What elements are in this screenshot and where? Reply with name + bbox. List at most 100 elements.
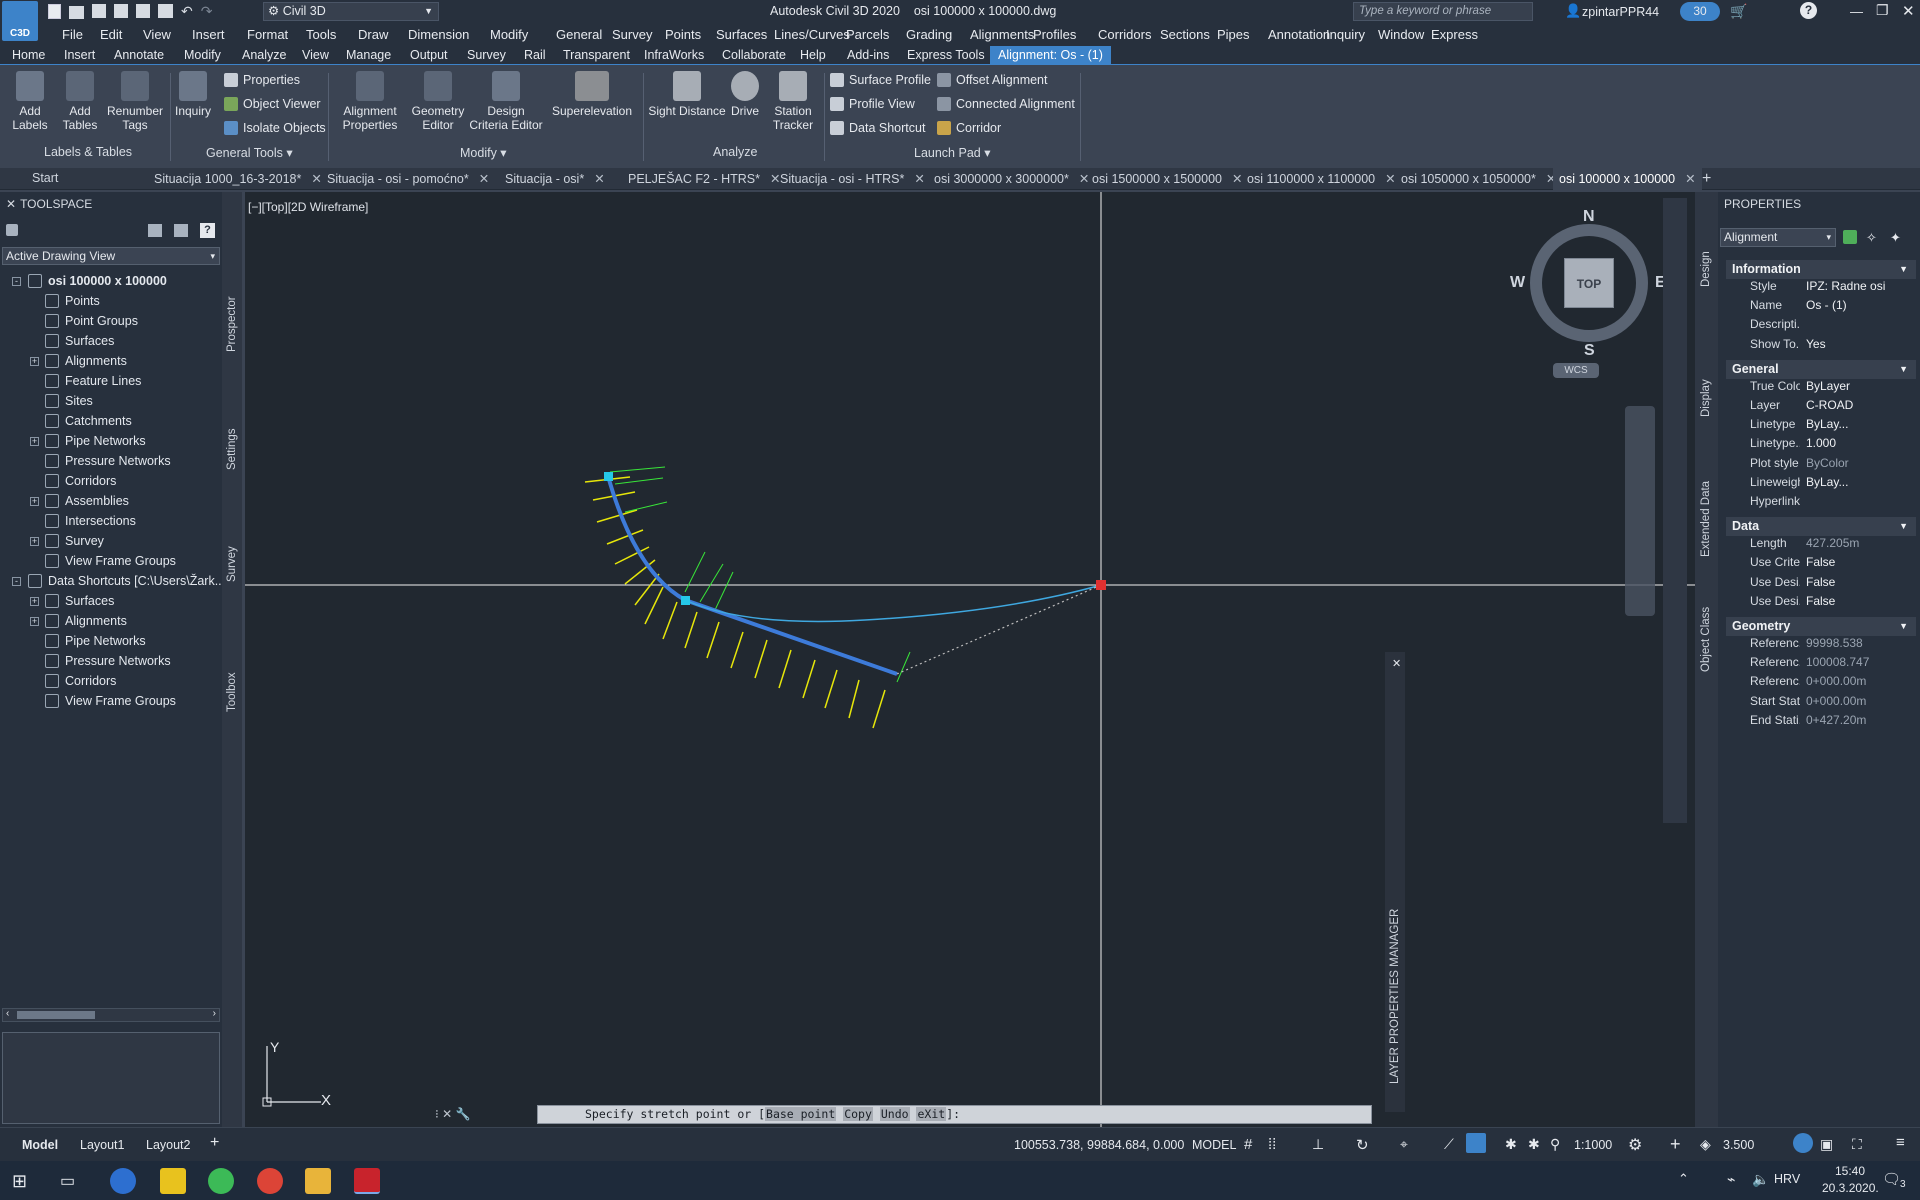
grid-icon[interactable]: # xyxy=(1244,1136,1252,1153)
horizontal-scrollbar[interactable]: ‹ › xyxy=(2,1008,220,1022)
annotation-value[interactable]: 3.500 xyxy=(1723,1138,1754,1152)
cmd-option-exit[interactable]: eXit xyxy=(916,1107,947,1121)
ribbon-tab-analyze[interactable]: Analyze xyxy=(242,48,286,62)
restore-icon[interactable]: ❐ xyxy=(1876,2,1889,19)
viewcube-top-face[interactable]: TOP xyxy=(1564,258,1614,308)
cart-icon[interactable]: 🛒 xyxy=(1730,3,1747,20)
property-value[interactable]: ByColor xyxy=(1800,456,1849,475)
drawing-viewport[interactable]: [−][Top][2D Wireframe] TOP N S E W WCS Y… xyxy=(245,192,1705,1127)
toolspace-tab-prospector[interactable]: Prospector xyxy=(226,296,238,352)
property-value[interactable] xyxy=(1800,494,1806,513)
ribbon-tab-view[interactable]: View xyxy=(302,48,329,62)
coordinates-readout[interactable]: 100553.738, 99884.684, 0.000 xyxy=(1014,1138,1184,1152)
hardware-accel-icon[interactable]: ▣ xyxy=(1820,1136,1833,1153)
menu-surfaces[interactable]: Surfaces xyxy=(716,27,767,42)
property-value[interactable]: False xyxy=(1800,575,1835,594)
save-icon[interactable] xyxy=(92,4,106,18)
property-value[interactable]: 99998.538 xyxy=(1800,636,1863,655)
doc-tab[interactable]: Situacija - osi - HTRS* ✕ xyxy=(780,171,925,186)
app-logo[interactable]: C3D xyxy=(2,1,38,41)
property-row[interactable]: Name Os - (1) xyxy=(1730,298,1916,317)
collapse-icon[interactable]: ▼ xyxy=(1899,617,1908,636)
toggle-pickadd-icon[interactable] xyxy=(1843,230,1857,244)
cmd-option-copy[interactable]: Copy xyxy=(843,1107,873,1121)
close-icon[interactable]: ✕ xyxy=(311,172,321,186)
windows-start-icon[interactable]: ⊞ xyxy=(12,1171,27,1192)
collapse-icon[interactable]: ▼ xyxy=(1899,260,1908,279)
menu-insert[interactable]: Insert xyxy=(192,27,225,42)
tree-item[interactable]: Intersections xyxy=(45,512,136,530)
tree-item[interactable]: Pressure Networks xyxy=(45,652,171,670)
corridor-button[interactable]: Corridor xyxy=(937,121,1001,135)
tree-item[interactable]: + Assemblies xyxy=(30,492,129,510)
superelevation-button[interactable]: Superelevation xyxy=(550,71,634,118)
profile-view-button[interactable]: Profile View xyxy=(830,97,915,111)
close-icon[interactable]: ✕ xyxy=(594,172,604,186)
menu-file[interactable]: File xyxy=(62,27,83,42)
property-section-header[interactable]: Data ▼ xyxy=(1726,517,1916,537)
panel-modify[interactable]: Modify ▾ xyxy=(460,145,507,160)
tree-item[interactable]: View Frame Groups xyxy=(45,692,176,710)
property-value[interactable]: 100008.747 xyxy=(1800,655,1869,674)
doc-tab[interactable]: Start xyxy=(32,171,58,185)
tree-item[interactable]: Feature Lines xyxy=(45,372,141,390)
show-hidden-icons[interactable]: ⌃ xyxy=(1678,1171,1689,1187)
customization-icon[interactable]: ≡ xyxy=(1896,1134,1905,1151)
command-prompt[interactable]: Specify stretch point or [Base point Cop… xyxy=(585,1106,960,1122)
help-icon[interactable]: ? xyxy=(1800,2,1817,19)
item-view-icon[interactable] xyxy=(148,224,162,237)
close-icon[interactable]: ✕ xyxy=(914,172,924,186)
property-row[interactable]: Use Desi...False xyxy=(1730,575,1916,594)
toolspace-tab-settings[interactable]: Settings xyxy=(226,428,238,470)
osnap-icon[interactable]: ⌖ xyxy=(1400,1136,1408,1153)
properties-tab-extended-data[interactable]: Extended Data xyxy=(1700,481,1712,557)
ribbon-tab-output[interactable]: Output xyxy=(410,48,448,62)
tree-item[interactable]: Pipe Networks xyxy=(45,632,146,650)
layer-icon[interactable]: ◈ xyxy=(1700,1136,1711,1153)
whatsapp-icon[interactable] xyxy=(208,1168,234,1194)
collapse-icon[interactable]: - xyxy=(12,276,21,286)
doc-tab[interactable]: Situacija 1000_16-3-2018* ✕ xyxy=(154,171,322,186)
tree-item[interactable]: + Pipe Networks xyxy=(30,432,146,450)
property-row[interactable]: Descripti... xyxy=(1730,317,1916,336)
ribbon-tab-help[interactable]: Help xyxy=(800,48,826,62)
tree-item[interactable]: Point Groups xyxy=(45,312,138,330)
object-viewer-button[interactable]: Object Viewer xyxy=(224,97,321,111)
doc-tab[interactable]: osi 1100000 x 1100000 ✕ xyxy=(1247,171,1396,186)
tree-item[interactable]: View Frame Groups xyxy=(45,552,176,570)
viewcube[interactable]: TOP N S E W xyxy=(1510,208,1666,359)
new-icon[interactable] xyxy=(48,4,61,19)
tree-item[interactable]: Pressure Networks xyxy=(45,452,171,470)
expand-icon[interactable]: + xyxy=(30,536,39,546)
close-icon[interactable]: ✕ xyxy=(6,197,16,211)
property-row[interactable]: Referenc...99998.538 xyxy=(1730,636,1916,655)
ribbon-tab-add-ins[interactable]: Add-ins xyxy=(847,48,889,62)
layout-tab-layout1[interactable]: Layout1 xyxy=(80,1138,124,1152)
help-icon[interactable]: ? xyxy=(200,223,215,238)
menu-alignments[interactable]: Alignments xyxy=(970,27,1034,42)
update-badge[interactable]: 30 xyxy=(1680,2,1720,21)
properties-button[interactable]: Properties xyxy=(224,73,300,87)
property-row[interactable]: Linetype... 1.000 xyxy=(1730,436,1916,455)
expand-icon[interactable]: + xyxy=(30,356,39,366)
tree-item[interactable]: Points xyxy=(45,292,100,310)
menu-grading[interactable]: Grading xyxy=(906,27,952,42)
property-row[interactable]: LineweightByLay... xyxy=(1730,475,1916,494)
language-indicator[interactable]: HRV xyxy=(1774,1172,1800,1186)
tree-item[interactable]: Surfaces xyxy=(45,332,114,350)
tree-item[interactable]: + Alignments xyxy=(30,352,127,370)
drive-button[interactable]: Drive xyxy=(728,71,762,118)
notifications-icon[interactable]: 🗨 xyxy=(1882,1170,1901,1188)
doc-tab[interactable]: Situacija - osi - pomoćno* ✕ xyxy=(327,171,489,186)
tree-item[interactable]: - Data Shortcuts [C:\Users\Žark... xyxy=(12,572,225,590)
file-explorer-icon[interactable] xyxy=(305,1168,331,1194)
tree-item[interactable]: Corridors xyxy=(45,672,116,690)
menu-draw[interactable]: Draw xyxy=(358,27,388,42)
toolspace-tab-survey[interactable]: Survey xyxy=(226,546,238,582)
expand-icon[interactable]: + xyxy=(30,496,39,506)
surface-profile-button[interactable]: Surface Profile xyxy=(830,73,931,87)
grip-pi[interactable] xyxy=(681,596,690,605)
menu-modify[interactable]: Modify xyxy=(490,27,528,42)
property-value[interactable]: False xyxy=(1800,555,1835,574)
isolate-objects-button[interactable]: Isolate Objects xyxy=(224,121,326,135)
